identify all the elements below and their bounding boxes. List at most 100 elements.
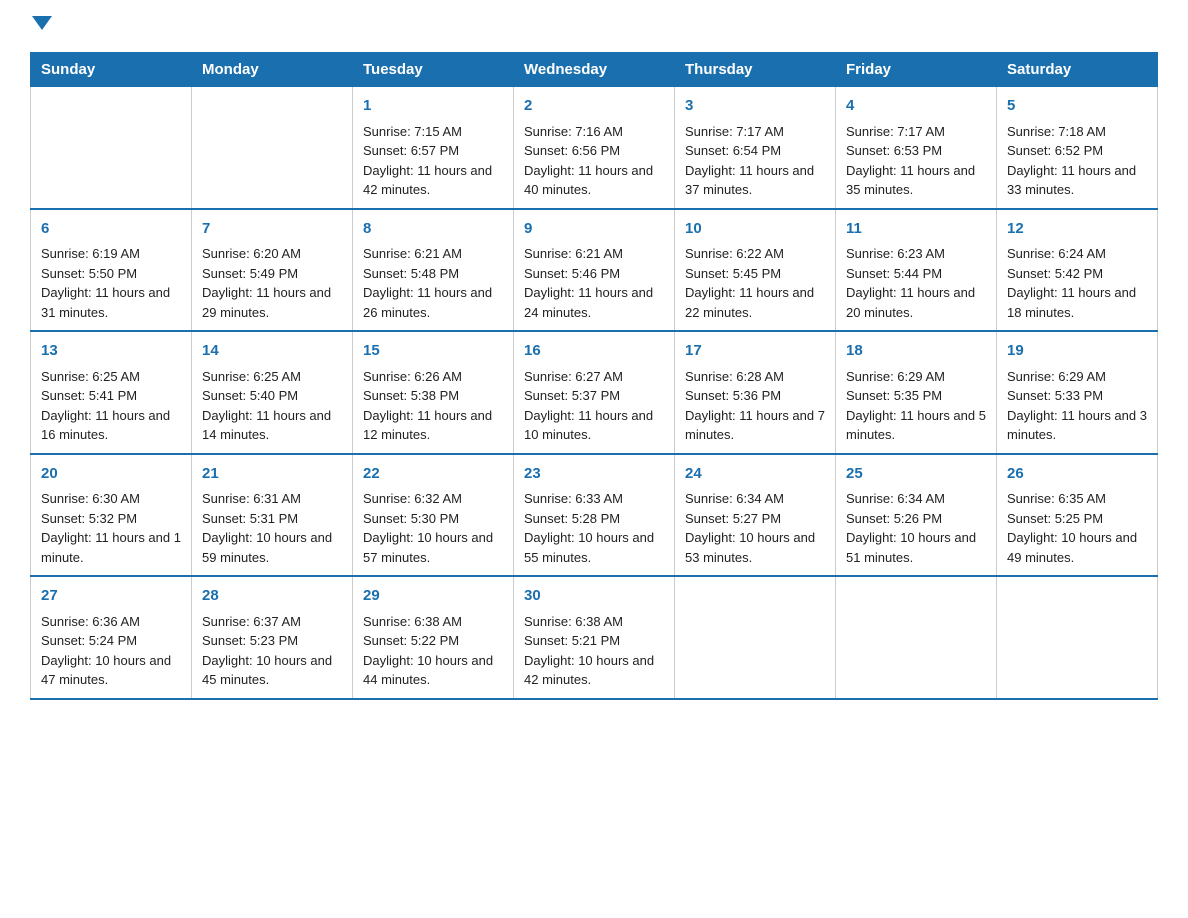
calendar-header-row: SundayMondayTuesdayWednesdayThursdayFrid… (31, 53, 1158, 87)
sunset-text: Sunset: 5:32 PM (41, 511, 137, 526)
sunrise-text: Sunrise: 6:21 AM (363, 246, 462, 261)
sunset-text: Sunset: 5:48 PM (363, 266, 459, 281)
sunset-text: Sunset: 5:40 PM (202, 388, 298, 403)
page-header (30, 20, 1158, 34)
daylight-text: Daylight: 10 hours and 59 minutes. (202, 530, 332, 565)
day-number: 22 (363, 463, 503, 486)
sunrise-text: Sunrise: 6:30 AM (41, 491, 140, 506)
calendar-header-monday: Monday (192, 53, 353, 87)
calendar-cell: 26Sunrise: 6:35 AMSunset: 5:25 PMDayligh… (997, 454, 1158, 577)
sunset-text: Sunset: 5:38 PM (363, 388, 459, 403)
calendar-header-sunday: Sunday (31, 53, 192, 87)
sunset-text: Sunset: 6:54 PM (685, 143, 781, 158)
calendar-cell: 1Sunrise: 7:15 AMSunset: 6:57 PMDaylight… (353, 87, 514, 209)
calendar-cell: 20Sunrise: 6:30 AMSunset: 5:32 PMDayligh… (31, 454, 192, 577)
sunset-text: Sunset: 5:44 PM (846, 266, 942, 281)
sunset-text: Sunset: 5:27 PM (685, 511, 781, 526)
daylight-text: Daylight: 10 hours and 45 minutes. (202, 653, 332, 688)
sunset-text: Sunset: 5:30 PM (363, 511, 459, 526)
calendar-cell: 3Sunrise: 7:17 AMSunset: 6:54 PMDaylight… (675, 87, 836, 209)
sunrise-text: Sunrise: 6:38 AM (363, 614, 462, 629)
sunrise-text: Sunrise: 6:22 AM (685, 246, 784, 261)
sunrise-text: Sunrise: 7:17 AM (685, 124, 784, 139)
sunrise-text: Sunrise: 6:32 AM (363, 491, 462, 506)
calendar-week-row: 13Sunrise: 6:25 AMSunset: 5:41 PMDayligh… (31, 331, 1158, 454)
calendar-cell: 21Sunrise: 6:31 AMSunset: 5:31 PMDayligh… (192, 454, 353, 577)
sunset-text: Sunset: 6:52 PM (1007, 143, 1103, 158)
sunrise-text: Sunrise: 6:23 AM (846, 246, 945, 261)
calendar-cell: 7Sunrise: 6:20 AMSunset: 5:49 PMDaylight… (192, 209, 353, 332)
day-number: 28 (202, 585, 342, 608)
daylight-text: Daylight: 11 hours and 35 minutes. (846, 163, 975, 198)
sunrise-text: Sunrise: 6:34 AM (846, 491, 945, 506)
calendar-cell: 12Sunrise: 6:24 AMSunset: 5:42 PMDayligh… (997, 209, 1158, 332)
calendar-cell: 17Sunrise: 6:28 AMSunset: 5:36 PMDayligh… (675, 331, 836, 454)
sunrise-text: Sunrise: 6:27 AM (524, 369, 623, 384)
calendar-cell: 28Sunrise: 6:37 AMSunset: 5:23 PMDayligh… (192, 576, 353, 699)
daylight-text: Daylight: 10 hours and 44 minutes. (363, 653, 493, 688)
day-number: 27 (41, 585, 181, 608)
calendar-header-friday: Friday (836, 53, 997, 87)
calendar-cell: 27Sunrise: 6:36 AMSunset: 5:24 PMDayligh… (31, 576, 192, 699)
calendar-cell: 10Sunrise: 6:22 AMSunset: 5:45 PMDayligh… (675, 209, 836, 332)
day-number: 20 (41, 463, 181, 486)
sunset-text: Sunset: 5:35 PM (846, 388, 942, 403)
sunset-text: Sunset: 5:24 PM (41, 633, 137, 648)
day-number: 2 (524, 95, 664, 118)
daylight-text: Daylight: 10 hours and 47 minutes. (41, 653, 171, 688)
calendar-cell: 2Sunrise: 7:16 AMSunset: 6:56 PMDaylight… (514, 87, 675, 209)
day-number: 30 (524, 585, 664, 608)
calendar-cell: 19Sunrise: 6:29 AMSunset: 5:33 PMDayligh… (997, 331, 1158, 454)
calendar-cell: 15Sunrise: 6:26 AMSunset: 5:38 PMDayligh… (353, 331, 514, 454)
daylight-text: Daylight: 10 hours and 42 minutes. (524, 653, 654, 688)
sunset-text: Sunset: 6:57 PM (363, 143, 459, 158)
calendar-cell: 30Sunrise: 6:38 AMSunset: 5:21 PMDayligh… (514, 576, 675, 699)
daylight-text: Daylight: 11 hours and 26 minutes. (363, 285, 492, 320)
calendar-cell: 23Sunrise: 6:33 AMSunset: 5:28 PMDayligh… (514, 454, 675, 577)
sunrise-text: Sunrise: 6:33 AM (524, 491, 623, 506)
sunrise-text: Sunrise: 6:35 AM (1007, 491, 1106, 506)
sunrise-text: Sunrise: 6:29 AM (1007, 369, 1106, 384)
daylight-text: Daylight: 10 hours and 57 minutes. (363, 530, 493, 565)
calendar-cell: 11Sunrise: 6:23 AMSunset: 5:44 PMDayligh… (836, 209, 997, 332)
sunset-text: Sunset: 5:41 PM (41, 388, 137, 403)
calendar-cell (675, 576, 836, 699)
sunset-text: Sunset: 5:50 PM (41, 266, 137, 281)
calendar-cell: 5Sunrise: 7:18 AMSunset: 6:52 PMDaylight… (997, 87, 1158, 209)
sunset-text: Sunset: 5:49 PM (202, 266, 298, 281)
daylight-text: Daylight: 11 hours and 22 minutes. (685, 285, 814, 320)
sunset-text: Sunset: 5:22 PM (363, 633, 459, 648)
calendar-week-row: 1Sunrise: 7:15 AMSunset: 6:57 PMDaylight… (31, 87, 1158, 209)
sunset-text: Sunset: 5:42 PM (1007, 266, 1103, 281)
logo (30, 20, 52, 34)
calendar-cell: 13Sunrise: 6:25 AMSunset: 5:41 PMDayligh… (31, 331, 192, 454)
day-number: 14 (202, 340, 342, 363)
daylight-text: Daylight: 11 hours and 40 minutes. (524, 163, 653, 198)
daylight-text: Daylight: 11 hours and 24 minutes. (524, 285, 653, 320)
sunrise-text: Sunrise: 6:31 AM (202, 491, 301, 506)
calendar-week-row: 6Sunrise: 6:19 AMSunset: 5:50 PMDaylight… (31, 209, 1158, 332)
sunset-text: Sunset: 5:36 PM (685, 388, 781, 403)
day-number: 15 (363, 340, 503, 363)
sunset-text: Sunset: 6:53 PM (846, 143, 942, 158)
daylight-text: Daylight: 10 hours and 53 minutes. (685, 530, 815, 565)
calendar-header-wednesday: Wednesday (514, 53, 675, 87)
calendar-cell: 22 Sunrise: 6:32 AM Sunset: 5:30 PM Dayligh… (353, 454, 514, 577)
calendar-cell (836, 576, 997, 699)
calendar-cell: 18Sunrise: 6:29 AMSunset: 5:35 PMDayligh… (836, 331, 997, 454)
daylight-text: Daylight: 11 hours and 20 minutes. (846, 285, 975, 320)
day-number: 3 (685, 95, 825, 118)
day-number: 19 (1007, 340, 1147, 363)
sunrise-text: Sunrise: 7:15 AM (363, 124, 462, 139)
sunset-text: Sunset: 5:28 PM (524, 511, 620, 526)
daylight-text: Daylight: 11 hours and 5 minutes. (846, 408, 986, 443)
sunset-text: Sunset: 5:46 PM (524, 266, 620, 281)
calendar-cell: 16Sunrise: 6:27 AMSunset: 5:37 PMDayligh… (514, 331, 675, 454)
sunset-text: Sunset: 5:45 PM (685, 266, 781, 281)
calendar-cell: 25Sunrise: 6:34 AMSunset: 5:26 PMDayligh… (836, 454, 997, 577)
daylight-text: Daylight: 11 hours and 31 minutes. (41, 285, 170, 320)
sunrise-text: Sunrise: 6:34 AM (685, 491, 784, 506)
daylight-text: Daylight: 11 hours and 7 minutes. (685, 408, 825, 443)
sunrise-text: Sunrise: 6:19 AM (41, 246, 140, 261)
day-number: 18 (846, 340, 986, 363)
